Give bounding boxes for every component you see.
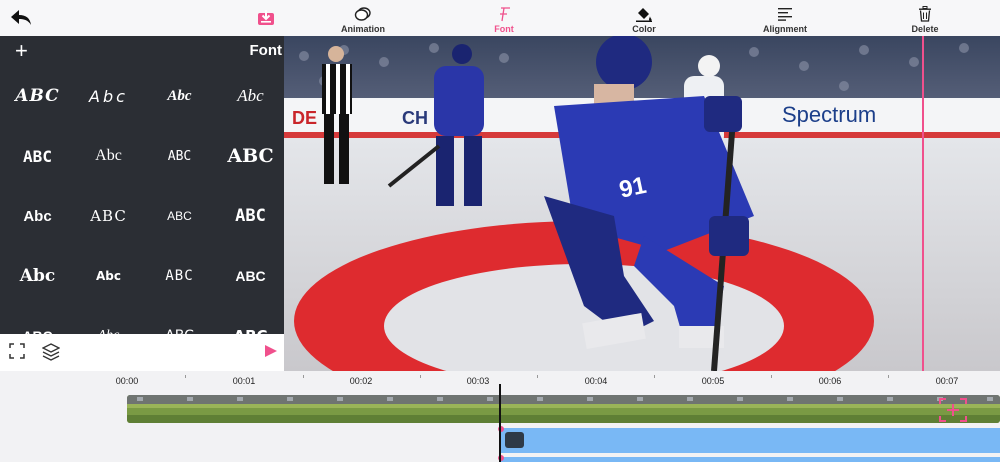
text-clip[interactable] — [498, 455, 1000, 462]
font-option[interactable]: Abc — [144, 66, 215, 126]
timeline-playhead[interactable] — [499, 384, 501, 462]
font-option[interactable]: ABC — [2, 66, 73, 126]
font-panel: + Font ABC Abc Abc Abc ABC Abc ABC ABC A… — [0, 36, 284, 334]
tick-mark — [303, 375, 304, 378]
download-tray-icon[interactable] — [257, 10, 275, 26]
video-preview[interactable]: DE CH Spectrum 91 — [284, 36, 1000, 371]
time-tick: 00:05 — [701, 376, 725, 386]
font-option[interactable]: Abc — [73, 66, 144, 126]
video-editor: Animation Font Color Alignment Delete + … — [0, 0, 1000, 462]
text-clip[interactable] — [498, 426, 1000, 453]
layers-icon[interactable] — [41, 343, 61, 366]
toolbar-delete[interactable]: Delete — [880, 5, 970, 34]
video-track[interactable] — [127, 395, 1000, 423]
font-option[interactable]: ABC — [144, 246, 215, 306]
font-option[interactable]: Abc — [2, 186, 73, 246]
time-tick: 00:01 — [232, 376, 256, 386]
time-tick: 00:06 — [818, 376, 842, 386]
preview-controls — [0, 334, 284, 371]
font-option[interactable]: ABC — [2, 306, 73, 334]
font-option[interactable]: ABC — [144, 306, 215, 334]
jersey-number: 91 — [617, 172, 649, 204]
tick-mark — [537, 375, 538, 378]
add-media-icon[interactable] — [938, 397, 968, 428]
toolbar-animation-label: Animation — [341, 24, 385, 34]
animation-icon — [318, 5, 408, 23]
toolbar-alignment-label: Alignment — [763, 24, 807, 34]
font-option[interactable]: Abc — [215, 66, 284, 126]
time-tick: 00:07 — [935, 376, 959, 386]
fullscreen-icon[interactable] — [9, 343, 25, 364]
tick-mark — [888, 375, 889, 378]
font-panel-title: Font — [249, 42, 282, 59]
toolbar-font-label: Font — [494, 24, 514, 34]
toolbar-color-label: Color — [632, 24, 656, 34]
toolbar-animation[interactable]: Animation — [318, 5, 408, 34]
tick-mark — [654, 375, 655, 378]
font-option[interactable]: ABC — [215, 186, 284, 246]
alignment-icon — [740, 5, 830, 23]
time-tick: 00:03 — [466, 376, 490, 386]
tick-mark — [420, 375, 421, 378]
trash-icon — [880, 5, 970, 23]
board-ad-text: DE — [292, 108, 317, 128]
font-option[interactable]: Abc — [73, 126, 144, 186]
back-arrow-icon[interactable] — [9, 8, 33, 28]
hockey-player-frame: DE CH Spectrum 91 — [284, 36, 1000, 371]
toolbar-delete-label: Delete — [911, 24, 939, 34]
font-option[interactable]: ABC — [215, 126, 284, 186]
time-tick: 00:00 — [115, 376, 139, 386]
font-option[interactable]: Abc — [73, 246, 144, 306]
top-toolbar: Animation Font Color Alignment Delete — [0, 0, 1000, 36]
time-tick: 00:04 — [584, 376, 608, 386]
tick-mark — [771, 375, 772, 378]
time-tick: 00:02 — [349, 376, 373, 386]
font-option[interactable]: ABC — [215, 246, 284, 306]
board-ad-text: Spectrum — [782, 102, 876, 127]
clip-thumbnail — [505, 432, 524, 448]
font-option[interactable]: ABC — [2, 126, 73, 186]
plus-icon[interactable]: + — [15, 40, 28, 62]
board-ad-text: CH — [402, 108, 428, 128]
font-icon — [459, 5, 549, 23]
toolbar-font[interactable]: Font — [459, 5, 549, 34]
font-option[interactable]: ABC — [73, 186, 144, 246]
toolbar-alignment[interactable]: Alignment — [740, 5, 830, 34]
play-icon[interactable] — [264, 344, 278, 363]
font-option[interactable]: ABC — [144, 126, 215, 186]
tick-mark — [185, 375, 186, 378]
font-option[interactable]: Abc — [2, 246, 73, 306]
color-bucket-icon — [599, 5, 689, 23]
font-option[interactable]: Abc — [73, 306, 144, 334]
font-option[interactable]: ABC — [144, 186, 215, 246]
toolbar-color[interactable]: Color — [599, 5, 689, 34]
font-option[interactable]: ABC — [215, 306, 284, 334]
timeline[interactable]: 00:00 00:01 00:02 00:03 00:04 00:05 00:0… — [0, 371, 1000, 462]
